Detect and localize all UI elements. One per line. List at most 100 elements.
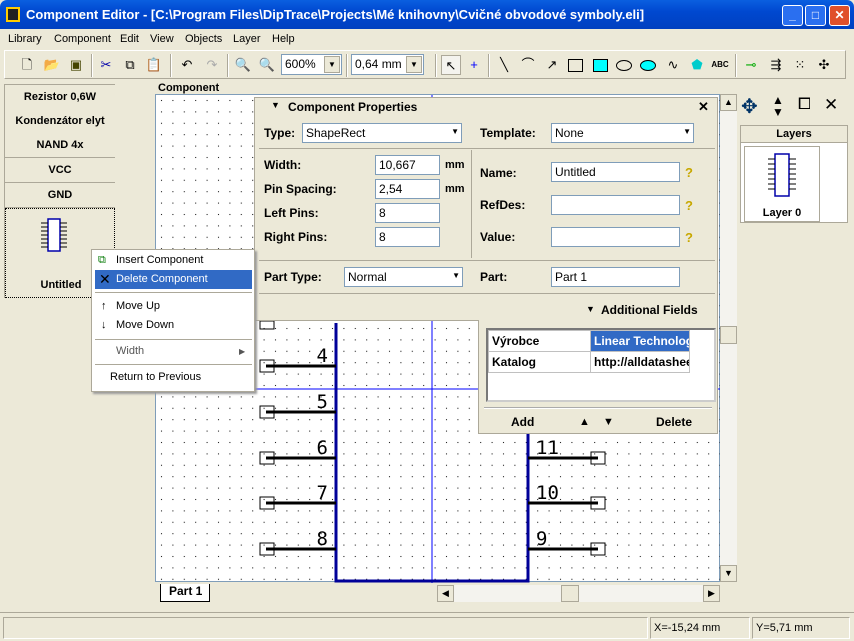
menu-item-return-to-previous[interactable]: Return to Previous	[95, 368, 252, 387]
component-item-rezistor[interactable]: Rezistor 0,6W	[5, 85, 115, 110]
fields-table[interactable]: Výrobce Linear Technology Katalog http://a…	[486, 328, 716, 402]
zoom-out-icon[interactable]: 🔍	[257, 55, 277, 75]
menu-item-move-down[interactable]: ↓ Move Down	[95, 316, 252, 335]
name-input[interactable]: Untitled	[551, 162, 680, 182]
menu-item-label: Width	[116, 345, 145, 357]
move-down-icon[interactable]: ▼	[603, 416, 614, 428]
polyline-icon[interactable]: ∿	[663, 55, 683, 75]
open-icon[interactable]: 📂	[42, 55, 62, 75]
menu-item-width[interactable]: Width ▶	[95, 342, 252, 361]
field-name[interactable]: Výrobce	[488, 330, 591, 352]
maximize-button[interactable]: □	[805, 5, 826, 26]
expand-icon[interactable]: ▼	[586, 304, 595, 314]
layer-item[interactable]: Layer 0	[744, 146, 820, 222]
chevron-down-icon[interactable]: ▼	[324, 56, 340, 73]
pin-array-icon[interactable]: ⁙	[790, 55, 810, 75]
arrow-icon[interactable]: ↗	[542, 55, 562, 75]
menu-item-move-up[interactable]: ↑ Move Up	[95, 297, 252, 316]
layer-tools: ✥ ▲ ▼ ⧠ ✕	[738, 94, 848, 120]
pin-spacing-input[interactable]: 2,54	[375, 179, 440, 199]
filled-rectangle-icon[interactable]	[593, 59, 608, 72]
menu-view[interactable]: View	[150, 33, 174, 45]
close-properties-button[interactable]: ✕	[698, 99, 709, 115]
width-input[interactable]: 10,667	[375, 155, 440, 175]
scroll-down-icon[interactable]: ▼	[720, 565, 737, 582]
field-name[interactable]: Katalog	[488, 351, 591, 373]
new-icon[interactable]: 🗋	[17, 55, 37, 75]
type-select[interactable]: ShapeRect ▼	[302, 123, 462, 143]
component-item-vcc[interactable]: VCC	[5, 158, 115, 183]
horizontal-scrollbar[interactable]: ◀ ▶	[437, 585, 720, 602]
template-select[interactable]: None ▼	[551, 123, 694, 143]
part-input[interactable]: Part 1	[551, 267, 680, 287]
value-input[interactable]	[551, 227, 680, 247]
left-pins-input[interactable]: 8	[375, 203, 440, 223]
scroll-thumb[interactable]	[720, 326, 737, 344]
line-width-combo[interactable]: 0,64 mm ▼	[351, 54, 424, 75]
zoom-combo[interactable]: 600% ▼	[281, 54, 342, 75]
up-down-icon[interactable]: ▲ ▼	[772, 94, 784, 118]
chevron-down-icon[interactable]: ▼	[683, 127, 691, 136]
part-type-select[interactable]: Normal ▼	[344, 267, 463, 287]
help-icon[interactable]: ?	[685, 230, 693, 245]
move-up-icon[interactable]: ▲	[579, 416, 590, 428]
scroll-left-icon[interactable]: ◀	[437, 585, 454, 602]
vertical-scrollbar[interactable]: ▲ ▼	[720, 94, 737, 582]
ellipse-icon[interactable]	[616, 60, 632, 71]
filled-ellipse-icon[interactable]	[640, 60, 656, 71]
add-field-button[interactable]: Add	[511, 415, 534, 429]
pin-group-icon[interactable]: ✣	[814, 55, 834, 75]
delete-field-button[interactable]: Delete	[656, 415, 692, 429]
component-item-gnd[interactable]: GND	[5, 183, 115, 208]
chevron-down-icon[interactable]: ▼	[406, 56, 422, 73]
help-icon[interactable]: ?	[685, 165, 693, 180]
minimize-button[interactable]: _	[782, 5, 803, 26]
component-item-nand[interactable]: NAND 4x	[5, 133, 115, 158]
menu-layer[interactable]: Layer	[233, 33, 261, 45]
scroll-right-icon[interactable]: ▶	[703, 585, 720, 602]
menu-edit[interactable]: Edit	[120, 33, 139, 45]
scroll-up-icon[interactable]: ▲	[720, 94, 737, 111]
right-pins-input[interactable]: 8	[375, 227, 440, 247]
component-item-kondenzator[interactable]: Kondenzátor elyt	[5, 109, 115, 134]
menu-objects[interactable]: Objects	[185, 33, 222, 45]
menu-item-insert-component[interactable]: ⧉ Insert Component	[95, 251, 252, 270]
chevron-down-icon[interactable]: ▼	[452, 271, 460, 280]
zoom-in-icon[interactable]: 🔍	[233, 55, 253, 75]
cut-icon[interactable]: ✂	[96, 55, 116, 75]
pin-matrix-icon[interactable]: ⇶	[766, 55, 786, 75]
arc-icon[interactable]: ⌒	[518, 55, 538, 75]
menu-help[interactable]: Help	[272, 33, 295, 45]
chevron-down-icon[interactable]: ▼	[451, 127, 459, 136]
select-icon[interactable]: ↖	[441, 55, 461, 75]
refdes-input[interactable]	[551, 195, 680, 215]
delete-layer-icon[interactable]: ✕	[824, 95, 838, 115]
menu-library[interactable]: Library	[8, 33, 42, 45]
tab-part-1[interactable]: Part 1	[160, 584, 210, 602]
place-pin-icon[interactable]: ⊸	[741, 55, 761, 75]
menu-item-label: Move Up	[116, 300, 161, 312]
undo-icon[interactable]: ↶	[177, 55, 197, 75]
line-icon[interactable]: ╲	[494, 55, 514, 75]
close-button[interactable]: ✕	[829, 5, 850, 26]
field-value[interactable]: Linear Technology	[590, 330, 690, 352]
menu-component[interactable]: Component	[54, 33, 111, 45]
text-icon[interactable]: ABC	[710, 55, 730, 75]
width-label: Width:	[264, 158, 302, 172]
toolbar: 🗋 📂 ▣ ✂ ⧉ 📋 ↶ ↷ 🔍 🔍 600% ▼ 0,64 mm ▼ ↖ + ╲…	[4, 50, 846, 79]
redo-icon[interactable]: ↷	[202, 55, 222, 75]
scroll-thumb[interactable]	[561, 585, 579, 602]
crosshair-icon[interactable]: +	[464, 55, 484, 75]
polygon-icon[interactable]: ⬟	[687, 55, 707, 75]
rectangle-icon[interactable]	[568, 59, 583, 72]
move-icon[interactable]: ✥	[741, 94, 758, 119]
paste-icon[interactable]: 📋	[144, 55, 164, 75]
save-icon[interactable]: ▣	[66, 55, 86, 75]
menu-item-delete-component[interactable]: ✕ Delete Component	[95, 270, 252, 289]
copy-icon[interactable]: ⧉	[120, 55, 140, 75]
field-value[interactable]: http://alldatasheet	[590, 351, 690, 373]
additional-fields-toggle[interactable]: Additional Fields	[601, 303, 698, 317]
collapse-icon[interactable]: ▼	[271, 100, 280, 110]
layer-fit-icon[interactable]: ⧠	[798, 96, 811, 114]
help-icon[interactable]: ?	[685, 198, 693, 213]
